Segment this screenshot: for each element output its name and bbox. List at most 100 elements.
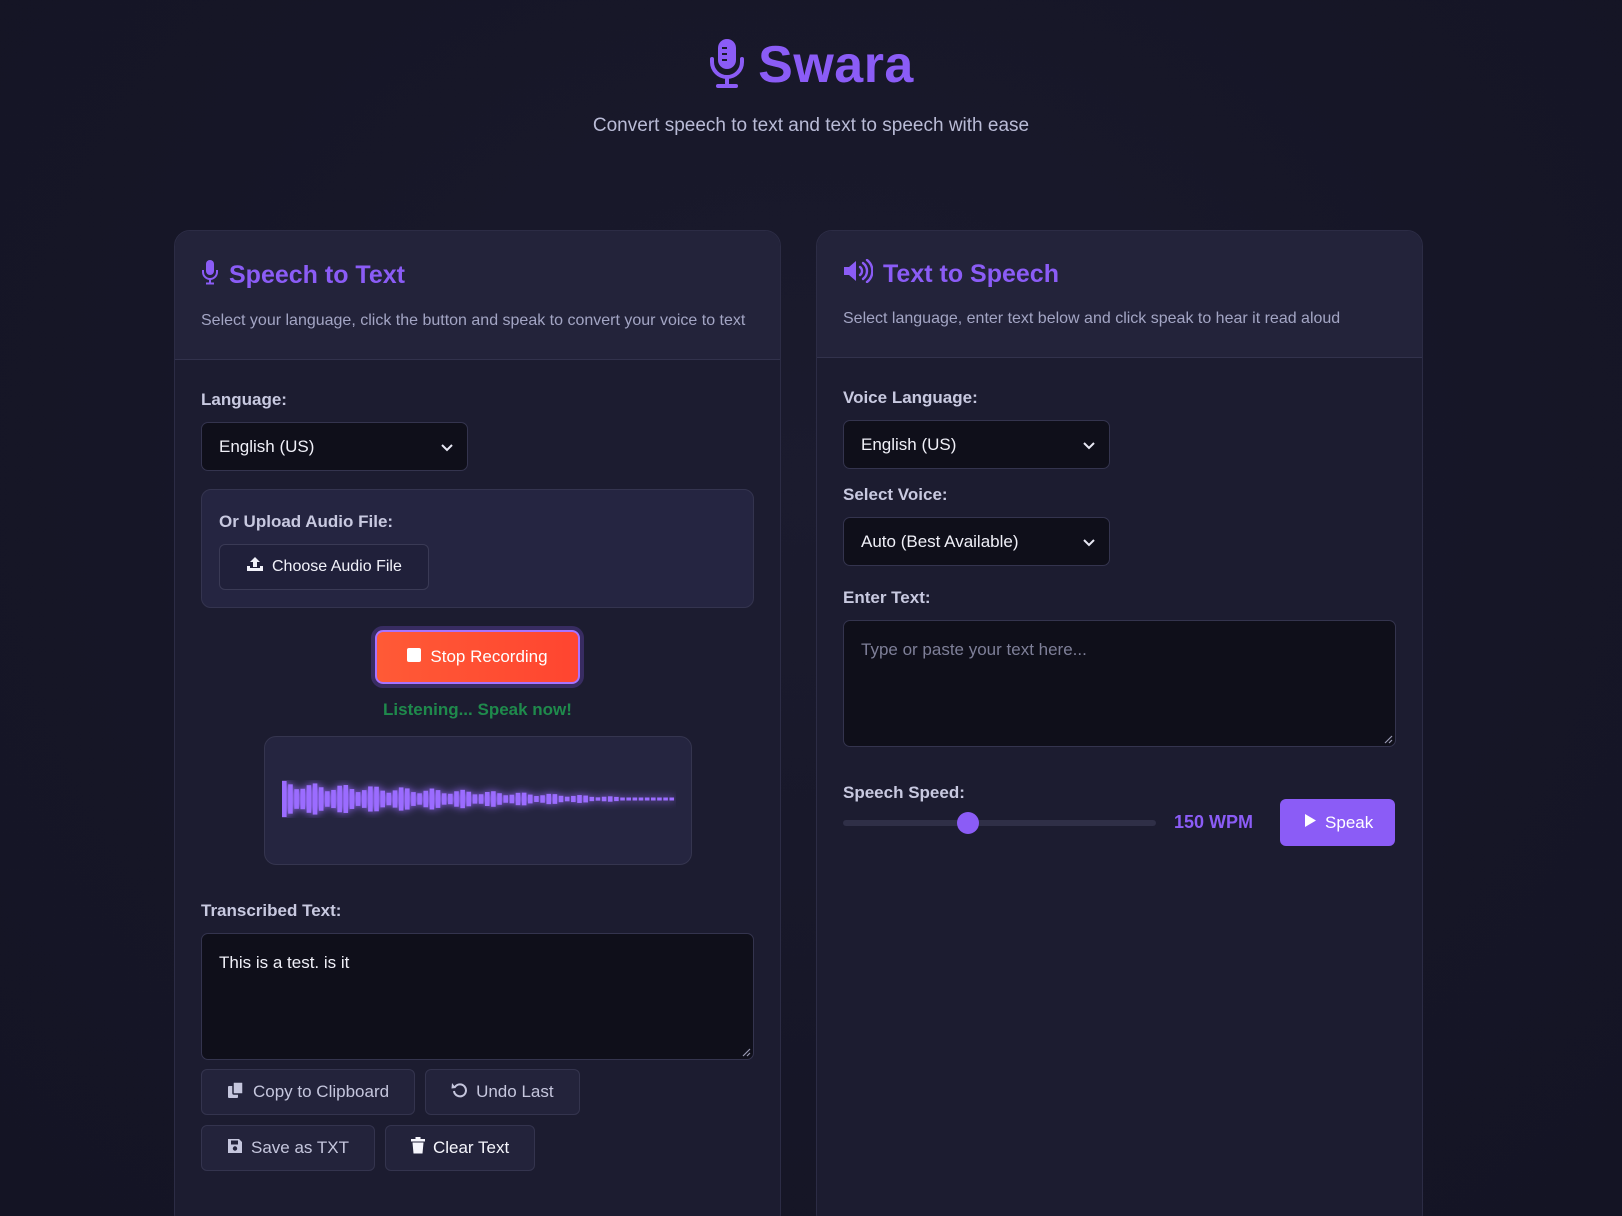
waveform-bar (662, 797, 668, 801)
waveform-bar (521, 792, 526, 806)
undo-last-button[interactable]: Undo Last (425, 1069, 580, 1115)
play-icon (1304, 813, 1317, 833)
choose-audio-file-button[interactable]: Choose Audio File (219, 544, 429, 590)
copy-label: Copy to Clipboard (253, 1082, 390, 1101)
waveform-bar (422, 790, 428, 808)
text-to-speech-body: Voice Language: English (US) Select Voic… (817, 358, 1422, 876)
waveform-bar (466, 791, 471, 807)
voice-language-label: Voice Language: (843, 388, 978, 407)
text-to-speech-header: Text to Speech Select language, enter te… (817, 231, 1422, 358)
chevron-down-icon (441, 437, 453, 457)
waveform-bar (552, 794, 557, 804)
waveform-bar (441, 793, 446, 805)
slider-thumb[interactable] (957, 811, 980, 834)
waveform-bar (330, 789, 336, 809)
clear-text-button[interactable]: Clear Text (384, 1125, 536, 1171)
app-header: Swara Convert speech to text and text to… (0, 30, 1622, 137)
chevron-down-icon (1083, 435, 1095, 455)
language-label: Language: (201, 390, 287, 409)
waveform-bar (410, 792, 416, 806)
waveform-bar (281, 781, 287, 817)
language-select[interactable]: English (US) (201, 422, 468, 471)
waveform-bar (429, 788, 434, 810)
text-to-speech-description: Select language, enter text below and cl… (843, 310, 1341, 327)
waveform-bar (379, 790, 385, 808)
stop-recording-button[interactable]: Stop Recording (375, 630, 580, 684)
waveform-bar (386, 792, 391, 806)
waveform-bar (336, 785, 342, 813)
waveform-bar (607, 796, 613, 802)
stop-icon (407, 647, 422, 667)
speech-to-text-header: Speech to Text Select your language, cli… (175, 231, 780, 360)
waveform-bar (453, 791, 459, 807)
voice-select[interactable]: Auto (Best Available) (843, 517, 1110, 566)
text-to-speech-title: Text to Speech (883, 260, 1059, 288)
waveform-bar (312, 783, 317, 815)
waveform-bar (472, 794, 477, 804)
transcribed-section: Transcribed Text: This is a test. is it (201, 901, 754, 1060)
transcript-actions: Copy to Clipboard Undo Last Save as TXT … (201, 1069, 761, 1171)
brand: Swara (0, 30, 1622, 100)
text-to-speech-panel: Text to Speech Select language, enter te… (816, 230, 1423, 1216)
copy-to-clipboard-button[interactable]: Copy to Clipboard (201, 1069, 416, 1115)
upload-label: Or Upload Audio File: (219, 512, 394, 531)
waveform-bar (570, 795, 576, 803)
waveform-bar (343, 785, 348, 813)
transcribed-text-label: Transcribed Text: (201, 901, 342, 920)
waveform-bar (398, 787, 403, 811)
undo-label: Undo Last (476, 1082, 554, 1101)
app-subtitle: Convert speech to text and text to speec… (592, 115, 1030, 136)
listening-status: Listening... Speak now! (383, 700, 572, 719)
waveform-bar (324, 791, 330, 807)
save-as-txt-button[interactable]: Save as TXT (201, 1125, 375, 1171)
save-label: Save as TXT (251, 1138, 349, 1157)
select-voice-label: Select Voice: (843, 485, 948, 504)
waveform-bar (293, 789, 299, 809)
waveform-bar (533, 796, 539, 802)
speech-speed-slider[interactable] (843, 811, 1156, 834)
waveform-bar (582, 795, 588, 803)
waveform-bar (656, 797, 662, 801)
waveform-bar (367, 786, 373, 812)
microphone-icon (201, 259, 219, 292)
upload-icon (246, 556, 264, 578)
upload-audio-box: Or Upload Audio File: Choose Audio File (201, 489, 754, 608)
voice-language-select[interactable]: English (US) (843, 420, 1110, 469)
speech-to-text-description: Select your language, click the button a… (201, 312, 746, 329)
speech-to-text-title: Speech to Text (229, 261, 405, 289)
waveform-bar (478, 794, 483, 804)
voice-select-value: Auto (Best Available) (861, 531, 1019, 551)
transcribed-text-area[interactable]: This is a test. is it (201, 933, 754, 1060)
waveform-bar (306, 785, 311, 813)
enter-text-area[interactable]: Type or paste your text here... (843, 620, 1396, 747)
resize-handle-icon[interactable] (1383, 734, 1393, 744)
waveform-bar (545, 793, 551, 805)
speech-to-text-panel: Speech to Text Select your language, cli… (174, 230, 781, 1216)
waveform-bar (509, 794, 514, 804)
waveform-bar (613, 796, 619, 802)
language-select-value: English (US) (219, 436, 315, 456)
waveform-bar (595, 797, 600, 801)
choose-audio-file-label: Choose Audio File (272, 558, 402, 575)
undo-icon (451, 1081, 468, 1103)
speak-label: Speak (1325, 812, 1374, 832)
waveform-bar (496, 793, 502, 805)
copy-icon (227, 1080, 245, 1104)
waveform-bar (361, 790, 367, 808)
enter-text-label: Enter Text: (843, 588, 931, 607)
resize-handle-icon[interactable] (741, 1047, 751, 1057)
waveform-bar (576, 795, 582, 803)
waveform-bar (502, 795, 508, 803)
waveform-bar (287, 784, 293, 814)
waveform-bar (416, 793, 422, 805)
transcribed-text-value: This is a test. is it (219, 953, 350, 972)
waveform-bar (668, 797, 674, 801)
waveform-bar (558, 795, 563, 803)
recording-controls: Stop Recording (201, 630, 754, 684)
speak-button[interactable]: Speak (1280, 799, 1396, 846)
waveform (281, 781, 674, 817)
waveform-bar (447, 793, 453, 805)
speech-speed-row: 150 WPM Speak (843, 799, 1396, 846)
speaker-volume-icon (843, 258, 874, 290)
waveform-bar (589, 796, 594, 802)
